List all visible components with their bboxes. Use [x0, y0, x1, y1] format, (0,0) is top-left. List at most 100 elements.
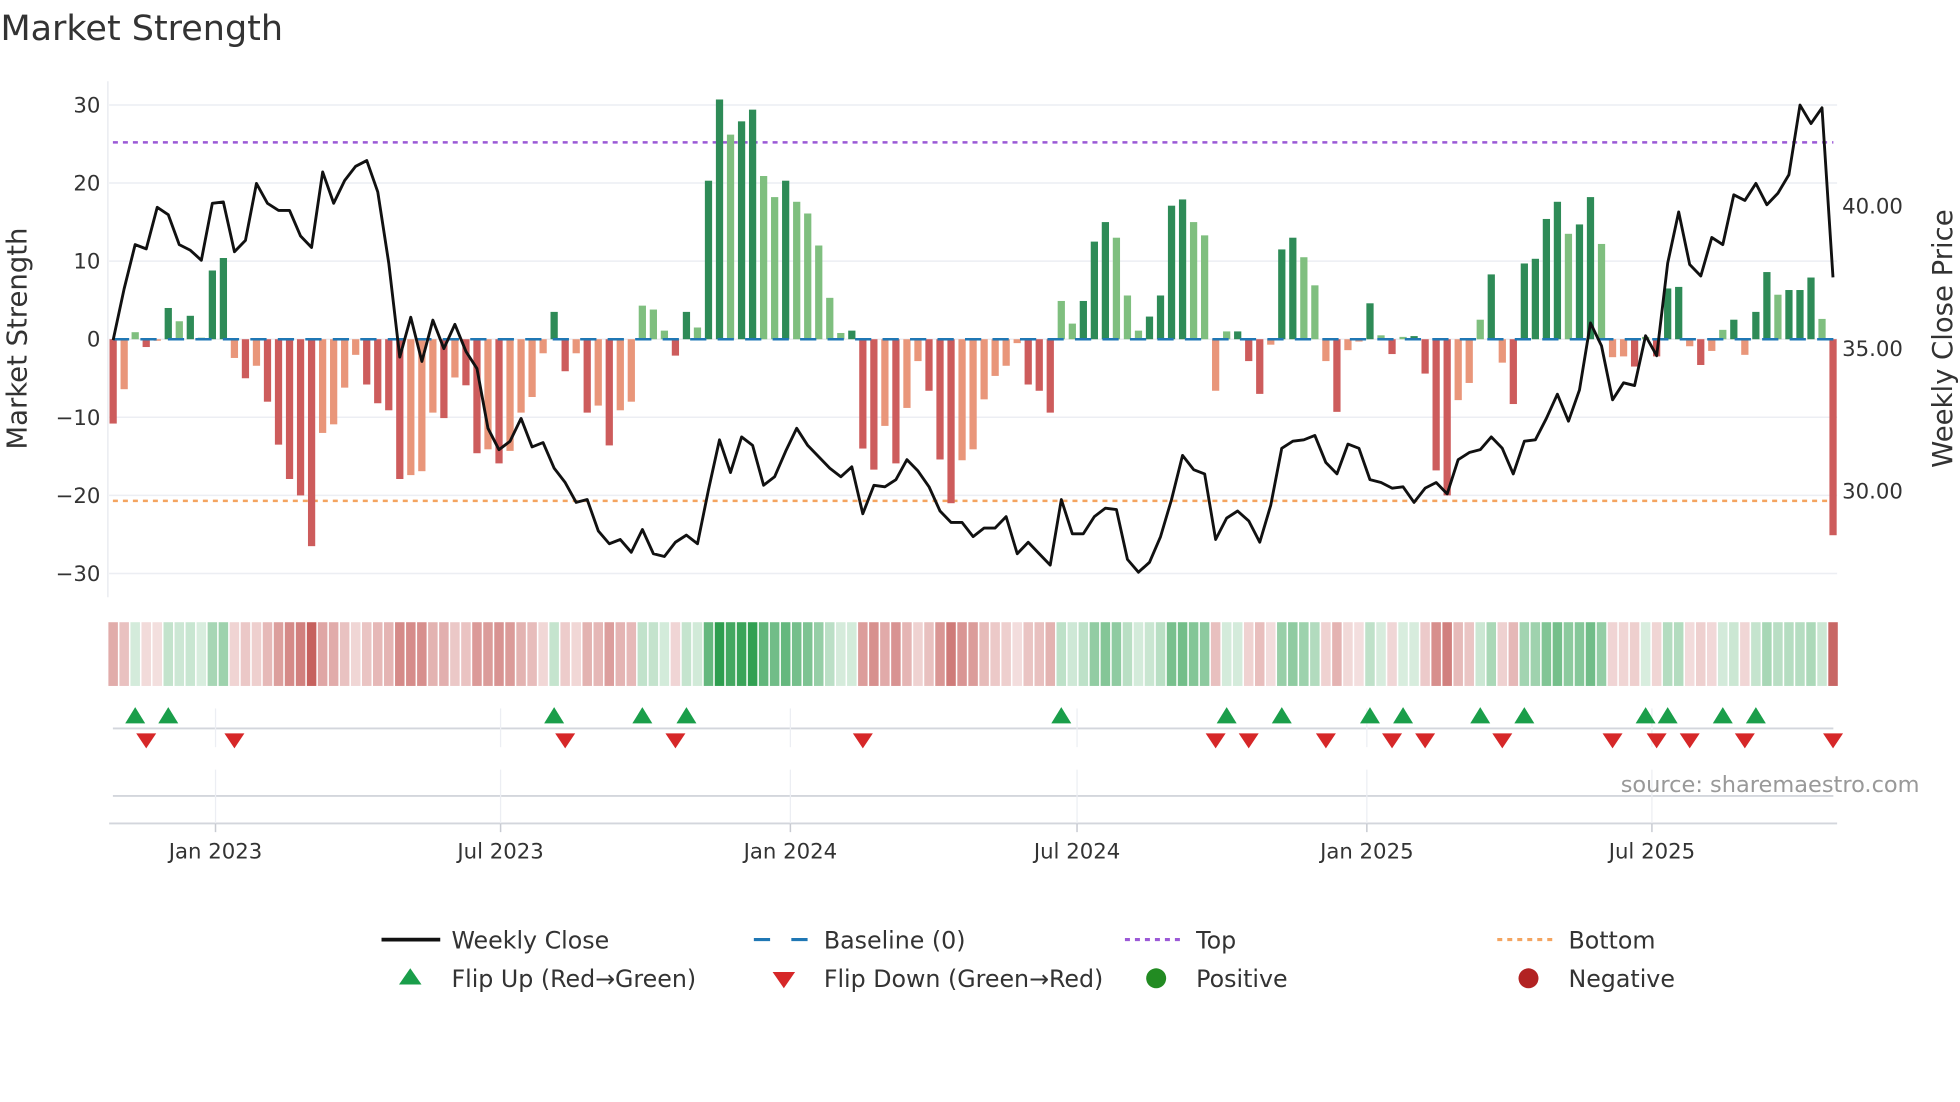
strength-cell	[1519, 622, 1530, 686]
strength-cell	[648, 622, 659, 686]
strength-cell	[714, 622, 725, 686]
strength-cell	[472, 622, 482, 686]
strength-cell	[1078, 622, 1089, 686]
legend-label: Flip Down (Green→Red)	[824, 965, 1103, 993]
strength-cell	[1144, 622, 1155, 686]
legend-item-flip-up[interactable]: Flip Up (Red→Green)	[399, 965, 696, 993]
strength-bar	[1178, 199, 1187, 340]
strength-cell	[538, 622, 548, 686]
strength-bar	[936, 339, 944, 460]
strength-bar	[925, 339, 933, 391]
y2-tick-label: 40.00	[1842, 195, 1903, 220]
strength-cell	[1056, 622, 1067, 686]
strength-cell	[670, 622, 681, 686]
strength-bar	[1752, 311, 1760, 340]
chart-title: Market Strength	[0, 9, 283, 49]
strength-cell	[681, 622, 692, 686]
strength-bar	[296, 339, 305, 496]
flip-up-marker	[1393, 707, 1414, 724]
strength-bar	[1112, 237, 1121, 340]
strength-bar	[616, 339, 624, 411]
y-tick-label: −20	[56, 484, 101, 509]
strength-bar	[848, 330, 856, 340]
strength-bar	[947, 339, 955, 504]
strength-bar	[759, 176, 768, 340]
strength-bar	[1719, 329, 1727, 340]
strength-bar	[726, 134, 735, 340]
strength-bar	[1311, 285, 1319, 340]
strength-cell	[1585, 622, 1596, 686]
strength-bar	[826, 297, 834, 340]
strength-bar	[274, 339, 283, 445]
strength-bar	[682, 311, 691, 340]
strength-bar	[1245, 339, 1253, 362]
strength-cell	[1475, 622, 1485, 686]
strength-cell	[935, 622, 945, 686]
strength-bar	[396, 339, 404, 480]
flip-down-marker	[224, 733, 245, 749]
legend-item-weekly-close[interactable]: Weekly Close	[381, 926, 610, 954]
strength-bar	[285, 339, 294, 480]
strength-cell	[1321, 622, 1331, 686]
legend-label: Top	[1195, 926, 1236, 954]
legend-label: Negative	[1568, 965, 1674, 993]
strength-cell	[119, 622, 129, 686]
legend-item-positive[interactable]: Positive	[1146, 965, 1288, 993]
legend-item-bottom[interactable]: Bottom	[1497, 926, 1655, 954]
flip-down-marker	[852, 733, 873, 749]
strength-bar	[748, 109, 757, 340]
flip-up-marker	[1514, 707, 1535, 724]
legend-item-flip-down[interactable]: Flip Down (Green→Red)	[772, 965, 1104, 993]
strength-cell	[1707, 622, 1717, 686]
flip-up-marker	[125, 707, 146, 724]
strength-bar	[1366, 303, 1374, 340]
strength-cell	[1365, 622, 1375, 686]
strength-cell	[593, 622, 603, 686]
strength-cell	[769, 622, 780, 686]
strength-bar	[1002, 339, 1010, 366]
strength-bar	[1575, 224, 1584, 340]
strength-cell	[1651, 622, 1662, 686]
strength-bar	[1189, 222, 1198, 340]
strength-cell	[1817, 622, 1827, 686]
strength-bar	[1807, 277, 1815, 340]
strength-bar	[969, 339, 977, 450]
legend-item-negative[interactable]: Negative	[1518, 965, 1675, 993]
strength-bar	[1421, 339, 1429, 374]
strength-bar	[1630, 339, 1639, 367]
strength-cell	[174, 622, 185, 686]
x-tick-label: Jan 2025	[1318, 839, 1414, 864]
strength-cell	[1618, 622, 1629, 686]
strength-cell	[703, 622, 714, 686]
triangle-down-icon	[772, 972, 796, 989]
strength-cell	[317, 622, 328, 686]
strength-bar	[1090, 241, 1098, 340]
strength-bar	[1476, 319, 1484, 340]
strength-cell	[1188, 622, 1199, 686]
flip-up-marker	[1657, 707, 1678, 724]
strength-bar	[737, 121, 746, 340]
strength-bar	[374, 339, 382, 404]
strength-cell	[218, 622, 229, 686]
strength-bar	[859, 339, 867, 449]
strength-bar	[341, 339, 349, 388]
strength-cell	[1034, 622, 1044, 686]
strength-cell	[372, 622, 383, 686]
strength-bar	[451, 339, 459, 378]
strength-bar	[517, 339, 525, 413]
legend-item-baseline[interactable]: Baseline (0)	[753, 926, 966, 954]
y-tick-label: −30	[56, 562, 101, 587]
y2-tick-label: 35.00	[1842, 337, 1903, 362]
strength-bar	[219, 258, 228, 340]
strength-bar	[1322, 339, 1330, 362]
strength-bar	[1785, 290, 1793, 340]
flip-down-marker	[1205, 733, 1226, 749]
legend-item-top[interactable]: Top	[1124, 926, 1236, 954]
strength-cell	[1045, 622, 1056, 686]
strength-bar	[1741, 339, 1749, 355]
flip-down-marker	[1315, 733, 1336, 749]
strength-bar	[1542, 218, 1551, 340]
strength-cell	[747, 622, 758, 686]
strength-bar	[1829, 339, 1837, 536]
strength-bar	[1046, 339, 1054, 413]
